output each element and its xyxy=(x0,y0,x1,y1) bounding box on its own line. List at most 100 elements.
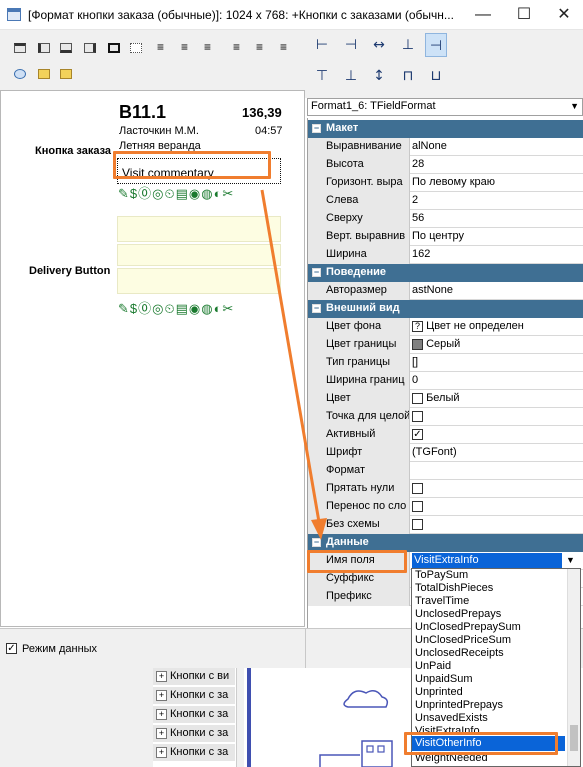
data-mode-checkbox[interactable]: ✓ xyxy=(6,643,17,654)
border-bottom-icon[interactable] xyxy=(58,40,74,56)
prop-value[interactable]: Белый xyxy=(412,392,460,404)
delivery-button-preview[interactable]: ✎$⓪◎⏲▤◉◍◐✂ xyxy=(117,216,283,321)
align-tops-icon[interactable]: ⊤ xyxy=(311,64,333,88)
tree-item[interactable]: Кнопки с ви xyxy=(153,668,235,686)
scrollbar-thumb[interactable] xyxy=(570,725,578,751)
prop-row[interactable]: Активный ✓ xyxy=(308,426,583,444)
checkbox[interactable] xyxy=(412,410,423,422)
prop-row[interactable]: Тип границы[] xyxy=(308,354,583,372)
dropdown-item[interactable]: UnPaid xyxy=(415,660,451,672)
align-left-icon[interactable]: ≡ xyxy=(157,40,173,56)
prop-row[interactable]: Горизонт. выра По левому краю xyxy=(308,174,583,192)
border-all-icon[interactable] xyxy=(106,40,122,56)
dropdown-item[interactable]: UnClosedPriceSum xyxy=(415,634,511,646)
prop-row[interactable]: Шрифт (TGFont) xyxy=(308,444,583,462)
prop-row[interactable]: Цвет Белый xyxy=(308,390,583,408)
align-bottoms-icon[interactable]: ⊥ xyxy=(397,33,419,57)
same-width-icon[interactable]: ⊓ xyxy=(397,64,419,88)
prop-value[interactable] xyxy=(412,518,423,530)
border-none-icon[interactable] xyxy=(128,40,144,56)
checkbox-checked[interactable]: ✓ xyxy=(412,428,423,440)
prop-value[interactable]: 2 xyxy=(412,194,418,206)
dropdown-item[interactable]: UnclosedReceipts xyxy=(415,647,504,659)
align-rights-icon[interactable]: ⊣ xyxy=(425,33,447,57)
prop-row[interactable]: Выравнивание alNone xyxy=(308,138,583,156)
prop-value[interactable]: astNone xyxy=(412,284,453,296)
folder-open-icon[interactable] xyxy=(36,66,52,82)
dropdown-item[interactable]: UnClosedPrepaySum xyxy=(415,621,521,633)
align-middles-icon[interactable]: ⊥ xyxy=(340,64,362,88)
border-left-icon[interactable] xyxy=(36,40,52,56)
scrollbar[interactable] xyxy=(236,668,244,767)
collapse-icon[interactable]: − xyxy=(312,268,321,277)
valign-bottom-icon[interactable]: ≡ xyxy=(280,40,296,56)
prop-value[interactable]: (TGFont) xyxy=(412,446,457,458)
dropdown-item[interactable]: UnsavedExists xyxy=(415,712,488,724)
prop-value[interactable]: 28 xyxy=(412,158,424,170)
prop-value[interactable] xyxy=(412,482,423,494)
align-centers-icon[interactable]: ⊣ xyxy=(340,33,362,57)
prop-value[interactable] xyxy=(412,410,423,422)
prop-row[interactable]: Ширина границ 0 xyxy=(308,372,583,390)
tree-item[interactable]: Кнопки с за xyxy=(153,725,235,743)
dropdown-item[interactable]: Unprinted xyxy=(415,686,463,698)
tree-item[interactable]: Кнопки с за xyxy=(153,687,235,705)
minimize-button[interactable]: — xyxy=(469,4,497,26)
dropdown-item[interactable]: UnclosedPrepays xyxy=(415,608,501,620)
prop-value[interactable]: 162 xyxy=(412,248,430,260)
checkbox[interactable] xyxy=(412,482,423,494)
tree-item[interactable]: Кнопки с за xyxy=(153,706,235,724)
object-combo[interactable]: Format1_6: TFieldFormat ▼ xyxy=(307,98,583,116)
prop-value[interactable]: 0 xyxy=(412,374,418,386)
prop-row[interactable]: Прятать нули xyxy=(308,480,583,498)
prop-row[interactable]: Ширина 162 xyxy=(308,246,583,264)
prop-value[interactable]: 56 xyxy=(412,212,424,224)
group-layout[interactable]: − Макет xyxy=(308,120,583,138)
prop-value[interactable]: ? Цвет не определен xyxy=(412,320,524,332)
collapse-icon[interactable]: − xyxy=(312,538,321,547)
chevron-down-icon[interactable]: ▼ xyxy=(566,555,575,565)
prop-row[interactable]: Высота 28 xyxy=(308,156,583,174)
prop-value[interactable]: ✓ xyxy=(412,428,423,440)
checkbox[interactable] xyxy=(412,500,423,512)
prop-row[interactable]: Цвет границы Серый xyxy=(308,336,583,354)
group-behavior[interactable]: − Поведение xyxy=(308,264,583,282)
prop-row[interactable]: Точка для целой xyxy=(308,408,583,426)
checkbox[interactable] xyxy=(412,518,423,530)
prop-value[interactable]: alNone xyxy=(412,140,447,152)
zoom-icon[interactable] xyxy=(12,66,28,82)
maximize-button[interactable]: ☐ xyxy=(510,4,538,26)
tree-item[interactable]: Кнопки с за xyxy=(153,744,235,762)
prop-row[interactable]: Авторазмер astNone xyxy=(308,282,583,300)
prop-row[interactable]: Цвет фона ? Цвет не определен xyxy=(308,318,583,336)
space-equal-v-icon[interactable]: ↕ xyxy=(368,64,390,88)
border-top-icon[interactable] xyxy=(12,40,28,56)
prop-row[interactable]: Сверху 56 xyxy=(308,210,583,228)
prop-row[interactable]: Перенос по сло xyxy=(308,498,583,516)
prop-row[interactable]: Без схемы xyxy=(308,516,583,534)
same-height-icon[interactable]: ⊔ xyxy=(425,64,447,88)
valign-middle-icon[interactable]: ≡ xyxy=(256,40,272,56)
space-equal-h-icon[interactable]: ↔ xyxy=(368,33,390,57)
collapse-icon[interactable]: − xyxy=(312,304,321,313)
prop-row[interactable]: Формат xyxy=(308,462,583,480)
prop-value[interactable]: По центру xyxy=(412,230,464,242)
prop-row[interactable]: Верт. выравнив По центру xyxy=(308,228,583,246)
dropdown-item[interactable]: UnprintedPrepays xyxy=(415,699,503,711)
prop-value[interactable]: [] xyxy=(412,356,418,368)
prop-row[interactable]: Слева 2 xyxy=(308,192,583,210)
align-lefts-icon[interactable]: ⊢ xyxy=(311,33,333,57)
prop-value[interactable] xyxy=(412,500,423,512)
close-button[interactable]: ✕ xyxy=(550,4,578,26)
dropdown-item[interactable]: TotalDishPieces xyxy=(415,582,493,594)
dropdown-item[interactable]: ToPaySum xyxy=(415,569,468,581)
align-right-icon[interactable]: ≡ xyxy=(204,40,220,56)
dropdown-item[interactable]: UnpaidSum xyxy=(415,673,472,685)
dropdown-scrollbar[interactable] xyxy=(567,569,580,766)
prop-value[interactable]: По левому краю xyxy=(412,176,495,188)
folder-add-icon[interactable] xyxy=(58,66,74,82)
dropdown-item[interactable]: TravelTime xyxy=(415,595,469,607)
align-center-icon[interactable]: ≡ xyxy=(181,40,197,56)
prop-value[interactable]: Серый xyxy=(412,338,460,350)
valign-top-icon[interactable]: ≡ xyxy=(233,40,249,56)
